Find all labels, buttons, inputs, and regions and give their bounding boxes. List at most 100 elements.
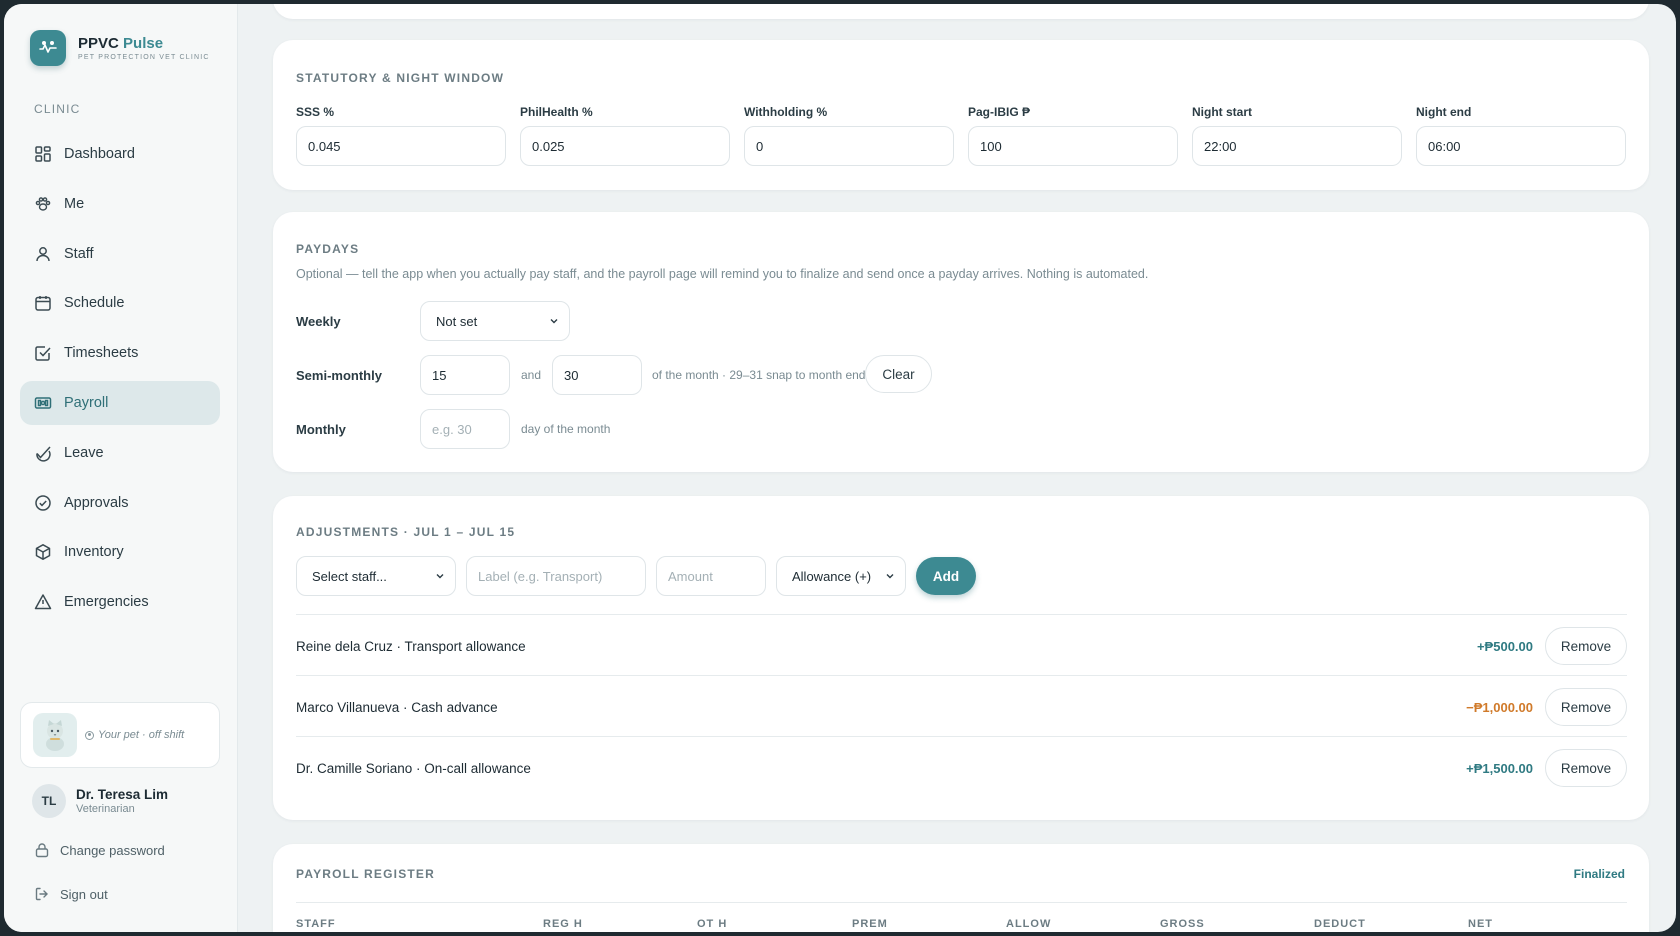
chevron-down-icon bbox=[886, 574, 894, 579]
night-start-label: Night start bbox=[1192, 105, 1252, 119]
sidebar-item-label: Me bbox=[64, 195, 85, 212]
remove-button[interactable]: Remove bbox=[1545, 627, 1627, 665]
adjustment-row-text: Reine dela Cruz · Transport allowance bbox=[296, 638, 526, 654]
adjustment-row: Marco Villanueva · Cash advance −₱1,000.… bbox=[296, 687, 1627, 727]
adjustment-row-amount: +₱500.00 bbox=[1476, 638, 1533, 654]
column-header[interactable]: STAFF bbox=[296, 918, 336, 930]
semi-monthly-and: and bbox=[521, 368, 542, 382]
sss-input[interactable]: 0.045 bbox=[296, 126, 506, 166]
adjustment-row: Reine dela Cruz · Transport allowance +₱… bbox=[296, 626, 1627, 666]
night-start-input[interactable]: 22:00 bbox=[1192, 126, 1402, 166]
adjustment-row: Dr. Camille Soriano · On-call allowance … bbox=[296, 748, 1627, 788]
sign-out-link[interactable]: Sign out bbox=[34, 886, 108, 902]
sidebar-item-label: Schedule bbox=[64, 295, 125, 312]
user-role: Veterinarian bbox=[76, 803, 135, 815]
checkbox-icon bbox=[35, 346, 51, 361]
remove-button[interactable]: Remove bbox=[1545, 688, 1627, 726]
philhealth-label: PhilHealth % bbox=[520, 105, 593, 119]
semi-monthly-second-input[interactable]: 30 bbox=[552, 355, 642, 395]
current-user: TL Dr. Teresa Lim Veterinarian bbox=[32, 784, 168, 818]
night-end-input[interactable]: 06:00 bbox=[1416, 126, 1626, 166]
divider bbox=[296, 902, 1627, 903]
column-header[interactable]: OT H bbox=[697, 918, 727, 930]
brand-subtitle: PET PROTECTION VET CLINIC bbox=[78, 54, 210, 61]
column-header[interactable]: NET bbox=[1468, 918, 1493, 930]
adjustment-row-text: Dr. Camille Soriano · On-call allowance bbox=[296, 760, 531, 776]
pet-status-card[interactable]: Your pet · off shift bbox=[20, 702, 220, 768]
divider bbox=[296, 675, 1627, 676]
sidebar-item-schedule[interactable]: Schedule bbox=[20, 281, 220, 325]
sidebar-item-inventory[interactable]: Inventory bbox=[20, 530, 220, 574]
sidebar-item-label: Leave bbox=[64, 444, 104, 461]
previous-card bbox=[273, 4, 1649, 19]
divider bbox=[296, 736, 1627, 737]
withholding-input[interactable]: 0 bbox=[744, 126, 954, 166]
sidebar-item-label: Timesheets bbox=[64, 345, 139, 362]
adjustment-label-input[interactable]: Label (e.g. Transport) bbox=[466, 556, 646, 596]
remove-button[interactable]: Remove bbox=[1545, 749, 1627, 787]
pet-cat-icon bbox=[33, 713, 77, 757]
sidebar: PPVC Pulse PET PROTECTION VET CLINIC CLI… bbox=[4, 4, 238, 932]
monthly-hint: day of the month bbox=[521, 422, 611, 436]
add-adjustment-button[interactable]: Add bbox=[916, 557, 976, 595]
status-dot-icon bbox=[85, 730, 94, 740]
clear-button[interactable]: Clear bbox=[865, 355, 932, 393]
sidebar-item-staff[interactable]: Staff bbox=[20, 232, 220, 276]
pagibig-input[interactable]: 100 bbox=[968, 126, 1178, 166]
sidebar-item-label: Dashboard bbox=[64, 146, 135, 162]
calendar-icon bbox=[35, 296, 51, 312]
adjustments-card: ADJUSTMENTS · JUL 1 – JUL 15 Select staf… bbox=[273, 496, 1649, 820]
sidebar-item-dashboard[interactable]: Dashboard bbox=[20, 132, 220, 176]
brand-logo-icon bbox=[30, 30, 66, 66]
adjustment-amount-input[interactable]: Amount bbox=[656, 556, 766, 596]
chevron-down-icon bbox=[550, 319, 558, 324]
paydays-card: PAYDAYS Optional — tell the app when you… bbox=[273, 212, 1649, 472]
sidebar-item-leave[interactable]: Leave bbox=[20, 431, 220, 475]
sidebar-item-label: Staff bbox=[64, 245, 94, 262]
main-content: STATUTORY & NIGHT WINDOW SSS % 0.045 Phi… bbox=[238, 4, 1676, 932]
avatar: TL bbox=[32, 784, 66, 818]
column-header[interactable]: DEDUCT bbox=[1314, 918, 1366, 930]
sidebar-item-payroll[interactable]: Payroll bbox=[20, 380, 220, 425]
app-window: PPVC Pulse PET PROTECTION VET CLINIC CLI… bbox=[4, 4, 1676, 932]
sidebar-item-emergencies[interactable]: Emergencies bbox=[20, 580, 220, 624]
philhealth-input[interactable]: 0.025 bbox=[520, 126, 730, 166]
sidebar-item-label: Approvals bbox=[64, 494, 129, 511]
warning-icon bbox=[34, 594, 52, 610]
semi-monthly-hint: of the month · 29–31 snap to month end bbox=[652, 368, 866, 382]
change-password-link[interactable]: Change password bbox=[34, 842, 165, 858]
sidebar-item-timesheets[interactable]: Timesheets bbox=[20, 331, 220, 375]
adjustment-type-select[interactable]: Allowance (+) bbox=[776, 556, 906, 596]
semi-monthly-label: Semi-monthly bbox=[296, 368, 382, 383]
check-circle-icon bbox=[35, 494, 51, 511]
payroll-register-title: PAYROLL REGISTER bbox=[296, 867, 436, 881]
box-icon bbox=[35, 544, 51, 561]
sidebar-item-label: Inventory bbox=[64, 544, 124, 561]
paydays-description: Optional — tell the app when you actuall… bbox=[296, 267, 1149, 281]
paw-icon bbox=[35, 196, 51, 211]
payroll-register-card: PAYROLL REGISTER Finalized STAFF REG H O… bbox=[273, 844, 1649, 932]
leave-icon bbox=[36, 446, 51, 462]
adjustment-row-amount: −₱1,000.00 bbox=[1466, 699, 1533, 715]
sidebar-item-approvals[interactable]: Approvals bbox=[20, 481, 220, 525]
monthly-label: Monthly bbox=[296, 422, 346, 437]
column-header[interactable]: ALLOW bbox=[1006, 918, 1051, 930]
statutory-card: STATUTORY & NIGHT WINDOW SSS % 0.045 Phi… bbox=[273, 40, 1649, 190]
sidebar-item-me[interactable]: Me bbox=[20, 182, 220, 226]
semi-monthly-first-input[interactable]: 15 bbox=[420, 355, 510, 395]
banknote-icon bbox=[34, 397, 52, 409]
lock-icon bbox=[35, 843, 49, 858]
column-header[interactable]: GROSS bbox=[1160, 918, 1205, 930]
divider bbox=[296, 614, 1627, 615]
night-end-label: Night end bbox=[1416, 105, 1472, 119]
column-header[interactable]: REG H bbox=[543, 918, 583, 930]
sss-label: SSS % bbox=[296, 105, 335, 119]
status-badge: Finalized bbox=[1573, 867, 1625, 881]
adjustment-row-amount: +₱1,500.00 bbox=[1466, 760, 1533, 776]
weekly-select[interactable]: Not set bbox=[420, 301, 570, 341]
brand[interactable]: PPVC Pulse PET PROTECTION VET CLINIC bbox=[30, 30, 210, 66]
chevron-down-icon bbox=[436, 574, 444, 579]
staff-select[interactable]: Select staff... bbox=[296, 556, 456, 596]
column-header[interactable]: PREM bbox=[852, 918, 888, 930]
monthly-input[interactable]: e.g. 30 bbox=[420, 409, 510, 449]
